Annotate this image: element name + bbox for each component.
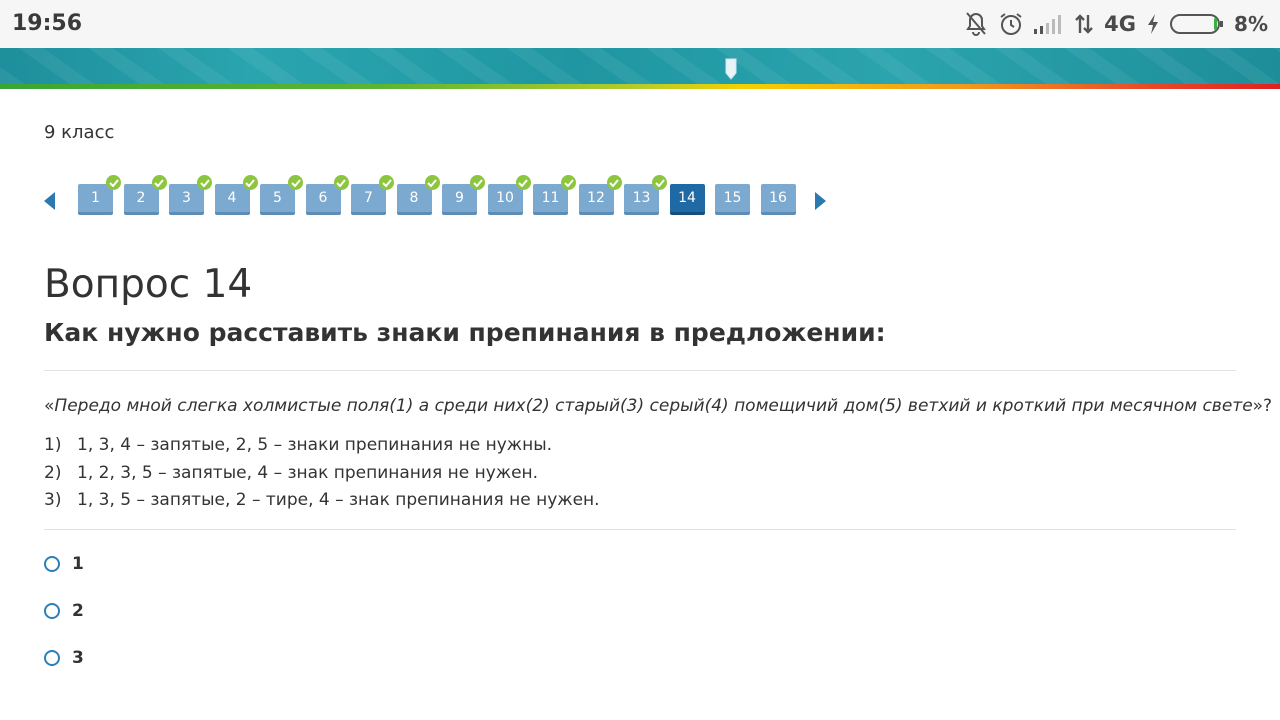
battery-icon — [1170, 13, 1224, 35]
check-icon — [197, 175, 212, 190]
question-button-label: 3 — [182, 190, 191, 206]
question-button-10[interactable]: 10 — [487, 175, 531, 215]
question-button-label: 7 — [364, 190, 373, 206]
check-icon — [151, 175, 167, 190]
data-transfer-icon — [1074, 13, 1094, 35]
divider — [44, 370, 1236, 371]
question-button-5[interactable]: 5 — [260, 175, 303, 215]
status-time: 19:56 — [12, 11, 83, 36]
sentence-open-quote: « — [44, 396, 55, 416]
question-button-2[interactable]: 2 — [123, 175, 167, 215]
radio-button[interactable] — [44, 603, 60, 619]
grade-label: 9 класс — [44, 122, 115, 143]
option-text: 1, 3, 4 – запятые, 2, 5 – знаки препинан… — [77, 435, 553, 455]
question-sentence: «Передо мной слегка холмистые поля(1) а … — [44, 396, 1272, 416]
answer-label: 2 — [72, 601, 84, 621]
question-button-16[interactable]: 16 — [760, 184, 796, 215]
prev-arrow-icon[interactable] — [44, 192, 56, 214]
question-button-label: 11 — [541, 190, 560, 206]
network-type: 4G — [1104, 12, 1137, 36]
question-button-label: 5 — [273, 190, 282, 206]
check-icon — [561, 175, 576, 190]
check-icon — [288, 175, 303, 190]
battery-percent: 8% — [1234, 12, 1268, 36]
answer-option-2[interactable]: 2 — [44, 600, 84, 622]
alarm-icon — [998, 11, 1024, 37]
answer-label: 3 — [72, 648, 84, 668]
check-icon — [379, 175, 394, 190]
question-button-6[interactable]: 6 — [305, 175, 349, 215]
charging-icon — [1146, 13, 1160, 35]
option-text: 1, 2, 3, 5 – запятые, 4 – знак препинани… — [77, 462, 539, 483]
option-row: 3) 1, 3, 5 – запятые, 2 – тире, 4 – знак … — [44, 489, 600, 517]
check-icon — [424, 175, 440, 190]
option-number: 2) — [44, 462, 62, 483]
question-button-3[interactable]: 3 — [169, 175, 212, 215]
question-button-label: 6 — [318, 190, 328, 206]
question-button-7[interactable]: 7 — [351, 175, 394, 215]
option-number: 3) — [44, 490, 62, 510]
question-button-label: 16 — [769, 190, 787, 206]
answer-option-1[interactable]: 1 — [44, 553, 84, 575]
check-icon — [106, 175, 121, 190]
check-icon — [652, 175, 667, 190]
option-number: 1) — [44, 435, 62, 455]
check-icon — [333, 175, 349, 190]
question-button-14[interactable]: 14 — [669, 184, 705, 215]
status-bar: 19:56 4G 8% — [0, 0, 1280, 48]
question-button-label: 15 — [723, 190, 742, 206]
question-button-label: 13 — [632, 190, 651, 206]
question-title: Вопрос 14 — [44, 262, 253, 307]
question-button-label: 9 — [455, 190, 464, 206]
check-icon — [606, 175, 622, 190]
check-icon — [242, 175, 258, 190]
divider — [44, 529, 1236, 530]
question-button-label: 12 — [587, 190, 605, 206]
question-button-label: 8 — [409, 190, 419, 206]
question-button-1[interactable]: 1 — [78, 175, 121, 215]
answer-label: 1 — [72, 554, 84, 574]
option-row: 1) 1, 3, 4 – запятые, 2, 5 – знаки препин… — [44, 434, 600, 462]
radio-button[interactable] — [44, 650, 60, 666]
answer-option-3[interactable]: 3 — [44, 647, 84, 669]
option-row: 2) 1, 2, 3, 5 – запятые, 4 – знак препина… — [44, 462, 600, 490]
sentence-close-quote: »? — [1252, 396, 1273, 416]
question-button-8[interactable]: 8 — [396, 175, 440, 215]
question-button-label: 1 — [91, 190, 100, 206]
option-text: 1, 3, 5 – запятые, 2 – тире, 4 – знак пр… — [77, 490, 600, 510]
question-nav: 1 2 3 4 5 6 7 8 9 10 11 12 13 14 15 16 — [44, 175, 834, 216]
answer-choices: 1 2 3 — [44, 553, 84, 694]
bookmark-icon — [724, 58, 738, 84]
question-button-13[interactable]: 13 — [624, 175, 667, 215]
question-button-9[interactable]: 9 — [442, 175, 485, 215]
signal-icon — [1034, 14, 1064, 34]
notifications-muted-icon — [964, 11, 988, 37]
options-list: 1) 1, 3, 4 – запятые, 2, 5 – знаки препин… — [44, 434, 600, 517]
header-banner — [0, 48, 1280, 84]
progress-strip — [0, 84, 1280, 89]
question-button-label: 2 — [136, 190, 146, 206]
question-button-label: 10 — [496, 190, 514, 206]
status-icons: 4G 8% — [964, 9, 1268, 39]
question-button-15[interactable]: 15 — [715, 184, 750, 215]
question-prompt: Как нужно расставить знаки препинания в … — [44, 318, 886, 347]
radio-button[interactable] — [44, 556, 60, 572]
question-button-11[interactable]: 11 — [533, 175, 576, 215]
check-icon — [470, 175, 485, 190]
question-button-label: 4 — [227, 190, 237, 206]
next-arrow-icon[interactable] — [814, 192, 826, 214]
check-icon — [515, 175, 531, 190]
question-button-12[interactable]: 12 — [578, 175, 622, 215]
question-button-label: 14 — [678, 190, 696, 206]
sentence-text: Передо мной слегка холмистые поля(1) а с… — [54, 396, 1253, 416]
question-button-4[interactable]: 4 — [214, 175, 258, 215]
